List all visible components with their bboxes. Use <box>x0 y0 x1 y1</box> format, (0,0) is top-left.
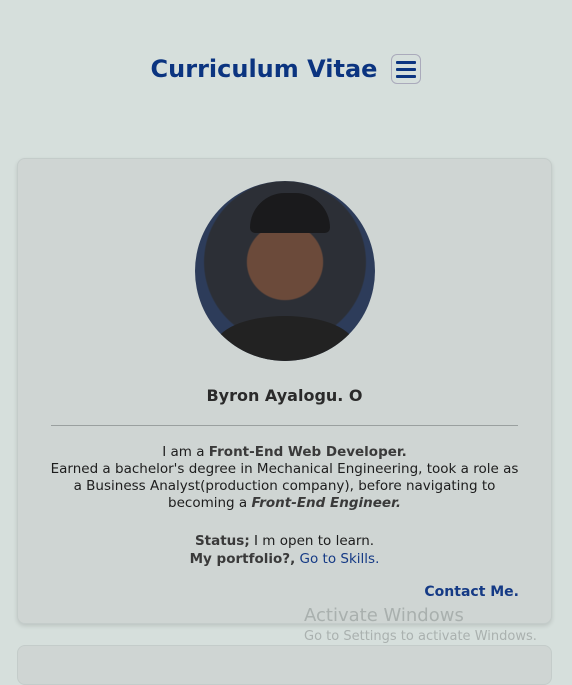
activate-windows-title: Activate Windows <box>304 605 464 626</box>
profile-card: Byron Ayalogu. O I am a Front-End Web De… <box>17 158 552 624</box>
page-title: Curriculum Vitae <box>150 55 378 83</box>
next-card <box>17 645 552 685</box>
avatar <box>195 181 375 361</box>
intro-role: Front-End Web Developer. <box>208 444 407 460</box>
bio-role: Front-End Engineer. <box>251 495 401 511</box>
contact-me-link[interactable]: Contact Me. <box>424 584 519 600</box>
intro-prefix: I am a <box>162 444 209 460</box>
header: Curriculum Vitae <box>0 54 572 84</box>
activate-windows-subtitle: Go to Settings to activate Windows. <box>304 629 537 644</box>
profile-name: Byron Ayalogu. O <box>206 386 363 405</box>
bio: I am a Front-End Web Developer. Earned a… <box>48 444 521 512</box>
status-label: Status; <box>194 533 250 549</box>
go-to-skills-link[interactable]: Go to Skills. <box>300 551 380 567</box>
divider <box>51 425 518 426</box>
portfolio-label: My portfolio?, <box>189 551 296 567</box>
hamburger-icon[interactable] <box>391 54 422 84</box>
status-text: I m open to learn. <box>249 533 375 549</box>
status: Status; I m open to learn. My portfolio?… <box>18 532 551 568</box>
